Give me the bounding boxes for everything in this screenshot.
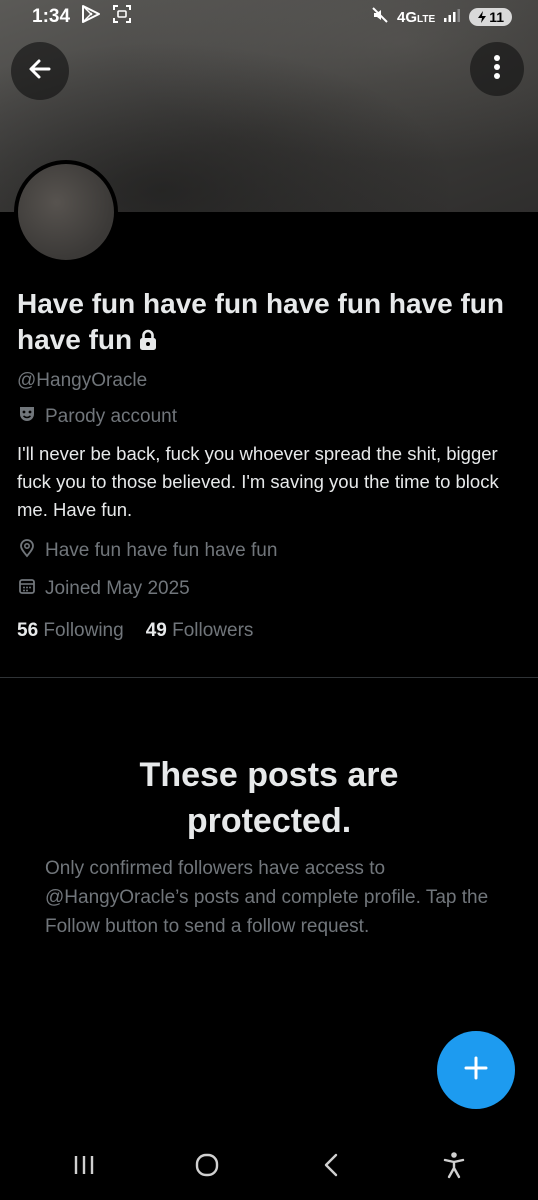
play-store-icon — [80, 4, 102, 30]
accessibility-button[interactable] — [424, 1142, 484, 1192]
parody-label: Parody account — [45, 406, 178, 427]
back-button[interactable] — [11, 42, 69, 100]
nav-back-icon — [320, 1152, 342, 1183]
profile-screen: 1:34 4GLTE 11 Have fun have fun have fun… — [0, 0, 538, 1200]
calendar-icon — [17, 576, 37, 602]
arrow-left-icon — [27, 56, 53, 87]
network-indicator: 4GLTE — [397, 9, 435, 26]
section-divider — [0, 677, 538, 678]
following-count: 56 — [17, 620, 39, 641]
theater-mask-icon — [17, 404, 37, 430]
more-vertical-icon — [493, 54, 501, 85]
signal-icon — [443, 7, 461, 27]
profile-bio: I'll never be back, fuck you whoever spr… — [17, 443, 499, 520]
followers-label: Followers — [172, 620, 254, 641]
recents-icon — [71, 1154, 97, 1181]
nav-home-button[interactable] — [177, 1142, 237, 1192]
status-bar: 1:34 4GLTE 11 — [0, 0, 538, 34]
more-options-button[interactable] — [470, 42, 524, 96]
nav-recents-button[interactable] — [54, 1142, 114, 1192]
following-label: Following — [43, 620, 124, 641]
profile-info: Have fun have fun have fun have fun have… — [17, 286, 522, 642]
charging-icon — [478, 11, 487, 23]
joined-row: Joined May 2025 — [17, 576, 522, 602]
system-nav-bar — [0, 1134, 538, 1200]
location-row: Have fun have fun have fun — [17, 538, 522, 564]
protected-notice: These posts are protected. Only confirme… — [0, 752, 538, 941]
followers-count: 49 — [145, 620, 167, 641]
mute-icon — [371, 6, 389, 28]
profile-name: Have fun have fun have fun have fun have… — [17, 288, 504, 355]
followers-link[interactable]: 49 Followers — [146, 620, 254, 642]
network-sub: LTE — [417, 13, 436, 25]
profile-location: Have fun have fun have fun — [45, 540, 278, 561]
accessibility-icon — [442, 1151, 466, 1184]
avatar[interactable] — [14, 160, 118, 264]
profile-joined: Joined May 2025 — [45, 578, 190, 599]
status-left: 1:34 — [32, 4, 132, 30]
battery-indicator: 11 — [469, 8, 512, 26]
status-right: 4GLTE 11 — [371, 6, 512, 28]
parody-label-row: Parody account — [17, 404, 522, 430]
status-time: 1:34 — [32, 6, 71, 27]
plus-icon — [462, 1054, 490, 1087]
profile-name-row: Have fun have fun have fun have fun have… — [17, 286, 522, 360]
follow-counts: 56 Following 49 Followers — [17, 620, 522, 642]
screenshot-icon — [112, 4, 132, 30]
following-link[interactable]: 56 Following — [17, 620, 124, 642]
lock-icon — [138, 324, 158, 360]
battery-level: 11 — [489, 9, 504, 25]
home-icon — [194, 1152, 220, 1183]
location-pin-icon — [17, 538, 37, 564]
profile-handle: @HangyOracle — [17, 370, 148, 391]
protected-body: Only confirmed followers have access to … — [45, 858, 489, 937]
network-type: 4G — [397, 8, 418, 26]
protected-title: These posts are protected. — [139, 756, 399, 840]
nav-back-button[interactable] — [301, 1142, 361, 1192]
compose-button[interactable] — [437, 1031, 515, 1109]
